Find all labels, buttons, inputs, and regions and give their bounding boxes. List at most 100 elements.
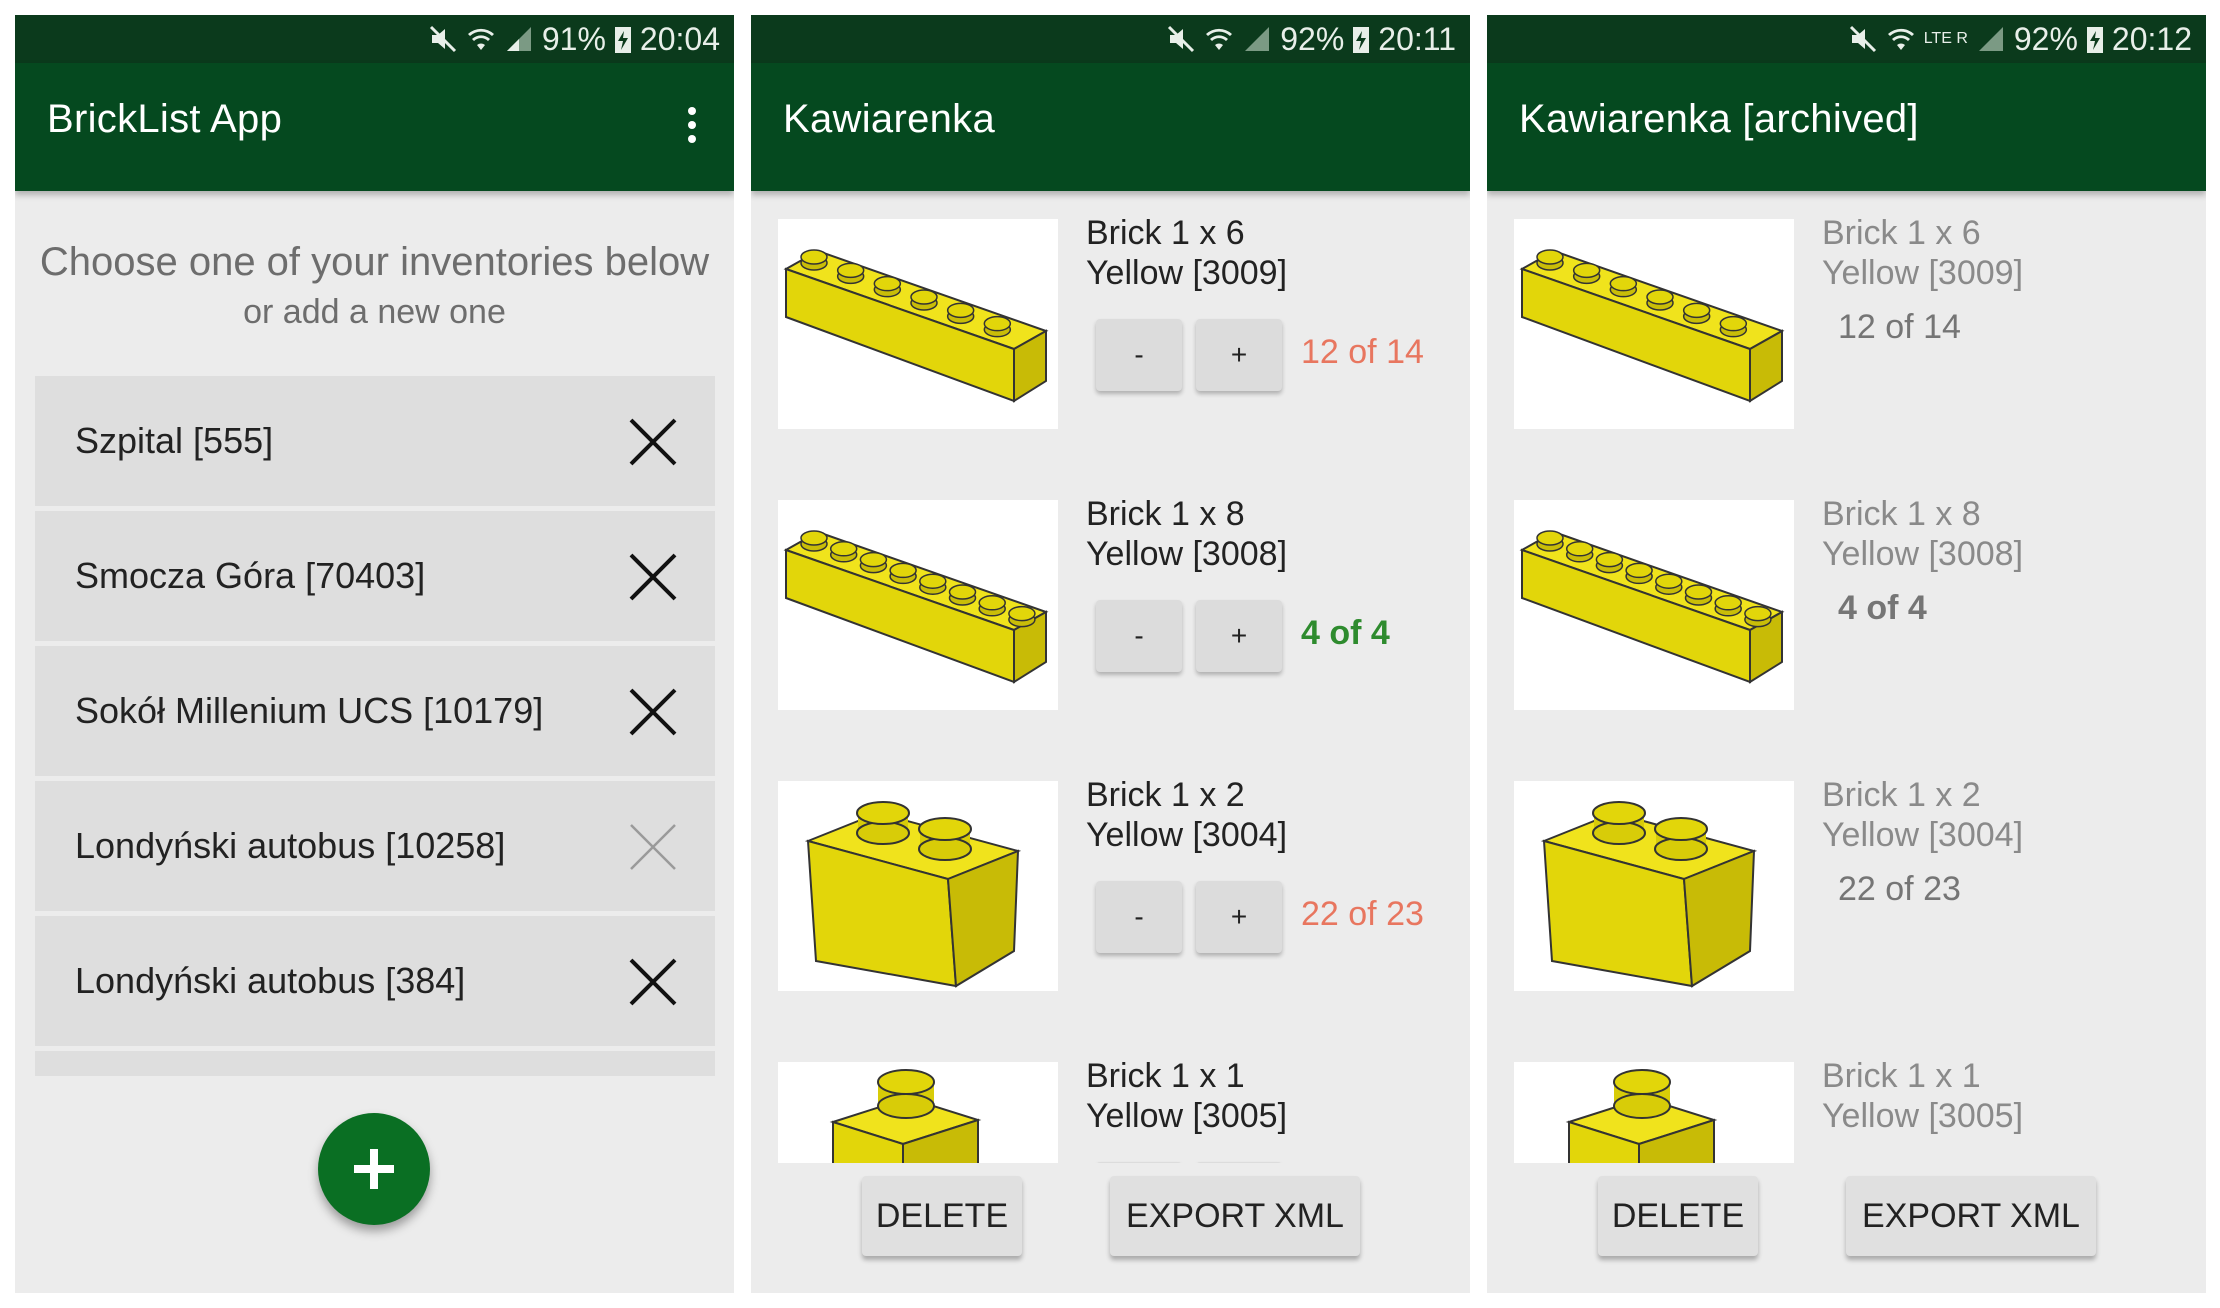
brick-item: Brick 1 x 1 Yellow [3005] [1487, 1034, 2206, 1163]
signal-icon [504, 24, 534, 54]
battery-charging-icon [1352, 24, 1370, 54]
brick-color: Yellow [3008] [1086, 535, 1288, 573]
brick-name: Brick 1 x 1 [1822, 1057, 1981, 1095]
archived-inventory-screen: LTE R 92% 20:12 Kawiarenka [archived] Br… [1487, 15, 2206, 1293]
network-type: LTE R [1923, 30, 1968, 47]
inventory-label: Sokół Millenium UCS [10179] [75, 690, 544, 731]
brick-list: Brick 1 x 6 Yellow [3009] - + 12 of 14 B… [751, 191, 1470, 1163]
quantity-count: 22 of 23 [1838, 870, 1961, 908]
battery-percent: 91% [541, 20, 606, 57]
brick-name: Brick 1 x 8 [1822, 495, 1981, 533]
inventory-detail-screen: 92% 20:11 Kawiarenka Brick 1 x 6 Yellow … [751, 15, 1470, 1293]
brick-color: Yellow [3008] [1822, 535, 2024, 573]
brick-color: Yellow [3004] [1822, 816, 2024, 854]
brick-item: Brick 1 x 6 Yellow [3009] - + 12 of 14 [751, 191, 1470, 471]
brick-name: Brick 1 x 1 [1086, 1057, 1245, 1095]
brick-color: Yellow [3005] [1822, 1097, 2024, 1135]
status-bar: 92% 20:11 [751, 15, 1470, 63]
battery-charging-icon [614, 24, 632, 54]
brick-image [778, 500, 1058, 710]
inventory-item[interactable]: Londyński autobus [384] [35, 916, 715, 1046]
inventory-item[interactable]: Szpital [555] [35, 376, 715, 506]
signal-icon [1242, 24, 1272, 54]
add-new-hint: or add a new one [243, 293, 506, 331]
status-bar: LTE R 92% 20:12 [1487, 15, 2206, 63]
export-xml-button[interactable]: EXPORT XML [1846, 1176, 2096, 1256]
decrease-quantity-button[interactable]: - [1096, 881, 1182, 953]
decrease-quantity-button[interactable]: - [1096, 600, 1182, 672]
quantity-count: 4 of 4 [1301, 614, 1390, 652]
quantity-count: 22 of 23 [1301, 895, 1424, 933]
decrease-quantity-button[interactable]: - [1096, 319, 1182, 391]
brick-item: Brick 1 x 8 Yellow [3008] 4 of 4 [1487, 472, 2206, 752]
brick-image [778, 1062, 1058, 1163]
wifi-icon [1886, 24, 1916, 54]
wifi-icon [1204, 24, 1234, 54]
delete-inventory-icon[interactable] [627, 416, 679, 468]
inventory-list-screen: 91% 20:04 BrickList App Choose one of yo… [15, 15, 734, 1293]
inventory-item-partial[interactable] [35, 1051, 715, 1076]
mute-icon [1848, 24, 1878, 54]
delete-button[interactable]: DELETE [1598, 1176, 1758, 1256]
status-bar: 91% 20:04 [15, 15, 734, 63]
inventory-title: Kawiarenka [783, 97, 996, 141]
brick-color: Yellow [3005] [1086, 1097, 1288, 1135]
export-xml-button[interactable]: EXPORT XML [1110, 1176, 1360, 1256]
quantity-count: 12 of 14 [1838, 308, 1961, 346]
brick-color: Yellow [3009] [1086, 254, 1288, 292]
wifi-icon [466, 24, 496, 54]
app-bar: BrickList App [15, 63, 734, 191]
battery-percent: 92% [2013, 20, 2078, 57]
inventory-item[interactable]: Londyński autobus [10258] [35, 781, 715, 911]
brick-name: Brick 1 x 2 [1822, 776, 1981, 814]
app-bar: Kawiarenka [archived] [1487, 63, 2206, 191]
inventory-title: Kawiarenka [archived] [1519, 97, 1919, 141]
brick-name: Brick 1 x 8 [1086, 495, 1245, 533]
brick-name: Brick 1 x 2 [1086, 776, 1245, 814]
delete-inventory-icon[interactable] [627, 956, 679, 1008]
brick-image [778, 781, 1058, 991]
increase-quantity-button[interactable]: + [1196, 600, 1282, 672]
brick-color: Yellow [3009] [1822, 254, 2024, 292]
brick-item: Brick 1 x 6 Yellow [3009] 12 of 14 [1487, 191, 2206, 471]
mute-icon [428, 24, 458, 54]
delete-inventory-icon[interactable] [627, 551, 679, 603]
app-title: BrickList App [47, 97, 283, 141]
brick-item: Brick 1 x 8 Yellow [3008] - + 4 of 4 [751, 472, 1470, 752]
brick-name: Brick 1 x 6 [1822, 214, 1981, 252]
brick-image [1514, 500, 1794, 710]
signal-icon [1976, 24, 2006, 54]
increase-quantity-button[interactable]: + [1196, 881, 1282, 953]
brick-list: Brick 1 x 6 Yellow [3009] 12 of 14 Brick … [1487, 191, 2206, 1163]
brick-image [1514, 219, 1794, 429]
brick-image [1514, 1062, 1794, 1163]
inventory-label: Smocza Góra [70403] [75, 555, 426, 596]
choose-inventory-text: Choose one of your inventories below [39, 240, 710, 284]
increase-quantity-button[interactable]: + [1196, 1162, 1282, 1163]
battery-charging-icon [2086, 24, 2104, 54]
overflow-menu-icon[interactable] [686, 107, 698, 147]
app-bar: Kawiarenka [751, 63, 1470, 191]
brick-item: Brick 1 x 2 Yellow [3004] - + 22 of 23 [751, 753, 1470, 1033]
brick-item: Brick 1 x 1 Yellow [3005] - + [751, 1034, 1470, 1163]
brick-image [1514, 781, 1794, 991]
inventory-item[interactable]: Smocza Góra [70403] [35, 511, 715, 641]
brick-item: Brick 1 x 2 Yellow [3004] 22 of 23 [1487, 753, 2206, 1033]
inventory-label: Londyński autobus [10258] [75, 825, 506, 866]
mute-icon [1166, 24, 1196, 54]
add-inventory-button[interactable] [318, 1113, 430, 1225]
quantity-count: 12 of 14 [1301, 333, 1424, 371]
clock: 20:04 [639, 20, 720, 57]
add-icon [354, 1149, 394, 1189]
inventory-list: Szpital [555] Smocza Góra [70403] Sokół … [35, 376, 715, 1076]
battery-percent: 92% [1280, 20, 1345, 57]
inventory-item[interactable]: Sokół Millenium UCS [10179] [35, 646, 715, 776]
delete-inventory-icon[interactable] [627, 686, 679, 738]
decrease-quantity-button[interactable]: - [1096, 1162, 1182, 1163]
clock: 20:11 [1378, 20, 1456, 57]
delete-inventory-icon[interactable] [627, 821, 679, 873]
brick-color: Yellow [3004] [1086, 816, 1288, 854]
delete-button[interactable]: DELETE [862, 1176, 1022, 1256]
increase-quantity-button[interactable]: + [1196, 319, 1282, 391]
clock: 20:12 [2111, 20, 2192, 57]
